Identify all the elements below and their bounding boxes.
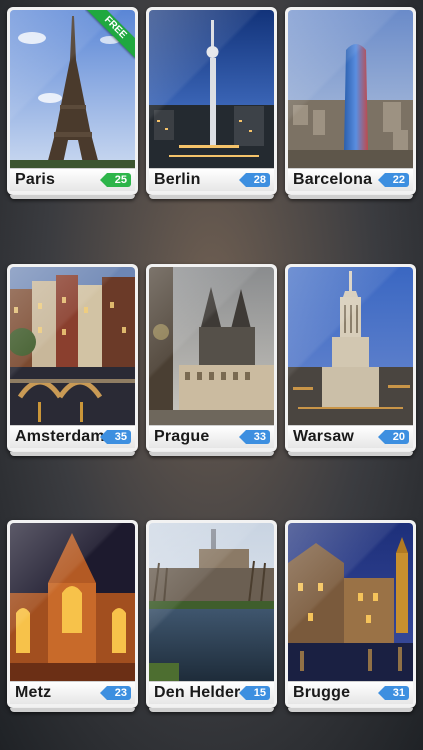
city-card-metz[interactable]: Metz 23 xyxy=(7,520,138,712)
puzzle-count-badge: 31 xyxy=(377,686,409,700)
city-label-bar: Amsterdam 35 xyxy=(10,425,135,448)
puzzle-count-badge: 22 xyxy=(377,173,409,187)
city-name: Den Helder xyxy=(154,684,241,701)
city-card-amsterdam[interactable]: Amsterdam 35 xyxy=(7,264,138,456)
city-card-warsaw[interactable]: Warsaw 20 xyxy=(285,264,416,456)
city-card-paris[interactable]: FREE Paris 25 xyxy=(7,7,138,199)
puzzle-count-badge: 35 xyxy=(99,430,131,444)
prague-thumbnail xyxy=(149,267,274,425)
free-ribbon: FREE xyxy=(85,10,135,60)
paris-thumbnail: FREE xyxy=(10,10,135,168)
city-name: Warsaw xyxy=(293,428,355,445)
berlin-thumbnail xyxy=(149,10,274,168)
puzzle-count-badge: 23 xyxy=(99,686,131,700)
city-label-bar: Warsaw 20 xyxy=(288,425,413,448)
puzzle-count-badge: 25 xyxy=(99,173,131,187)
puzzle-count-badge: 28 xyxy=(238,173,270,187)
city-label-bar: Brugge 31 xyxy=(288,681,413,704)
city-label-bar: Berlin 28 xyxy=(149,168,274,191)
barcelona-thumbnail xyxy=(288,10,413,168)
city-name: Metz xyxy=(15,684,52,701)
city-card-brugge[interactable]: Brugge 31 xyxy=(285,520,416,712)
city-name: Berlin xyxy=(154,171,201,188)
city-label-bar: Barcelona 22 xyxy=(288,168,413,191)
city-label-bar: Prague 33 xyxy=(149,425,274,448)
city-name: Brugge xyxy=(293,684,351,701)
city-name: Paris xyxy=(15,171,56,188)
city-card-den-helder[interactable]: Den Helder 15 xyxy=(146,520,277,712)
puzzle-count-badge: 15 xyxy=(238,686,270,700)
puzzle-count-badge: 33 xyxy=(238,430,270,444)
brugge-thumbnail xyxy=(288,523,413,681)
city-name: Amsterdam xyxy=(15,428,105,445)
warsaw-thumbnail xyxy=(288,267,413,425)
puzzle-count-badge: 20 xyxy=(377,430,409,444)
amsterdam-thumbnail xyxy=(10,267,135,425)
city-card-barcelona[interactable]: Barcelona 22 xyxy=(285,7,416,199)
den-helder-thumbnail xyxy=(149,523,274,681)
city-name: Barcelona xyxy=(293,171,373,188)
city-label-bar: Metz 23 xyxy=(10,681,135,704)
city-name: Prague xyxy=(154,428,210,445)
metz-thumbnail xyxy=(10,523,135,681)
city-card-berlin[interactable]: Berlin 28 xyxy=(146,7,277,199)
city-card-prague[interactable]: Prague 33 xyxy=(146,264,277,456)
city-label-bar: Den Helder 15 xyxy=(149,681,274,704)
city-label-bar: Paris 25 xyxy=(10,168,135,191)
city-puzzle-grid: FREE Paris 25 Berlin 28 Barcelona 22 Ams… xyxy=(0,0,423,750)
